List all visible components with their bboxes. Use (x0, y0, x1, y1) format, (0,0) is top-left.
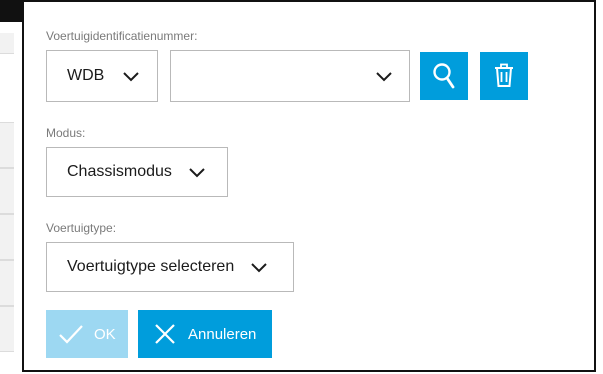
vin-prefix-value: WDB (67, 67, 105, 84)
mode-select[interactable]: Chassismodus (46, 147, 228, 197)
vehicle-type-label: Voertuigtype: (46, 221, 117, 235)
background-row (0, 122, 14, 168)
background-row (0, 168, 14, 214)
check-icon (59, 325, 83, 344)
cancel-button[interactable]: Annuleren (138, 310, 272, 358)
vin-prefix-select[interactable]: WDB (46, 50, 158, 102)
background-row (0, 33, 14, 54)
close-icon (155, 324, 175, 344)
delete-button[interactable] (480, 52, 528, 100)
cancel-button-label: Annuleren (188, 325, 257, 343)
chevron-down-icon (189, 168, 205, 178)
mode-label: Modus: (46, 126, 86, 140)
trash-icon (495, 63, 513, 87)
chevron-down-icon (123, 72, 140, 82)
chevron-down-icon (376, 72, 392, 82)
search-icon (433, 63, 455, 89)
ok-button-label: OK (94, 325, 116, 343)
background-row (0, 306, 14, 352)
background-row (0, 214, 14, 260)
background-row (0, 260, 14, 306)
vin-label: Voertuigidentificatienummer: (46, 29, 198, 43)
chevron-down-icon (251, 263, 267, 273)
vin-number-select[interactable] (170, 50, 410, 102)
mode-value: Chassismodus (67, 163, 172, 180)
search-button[interactable] (420, 52, 468, 100)
vehicle-selection-dialog: Voertuigidentificatienummer: WDB Modus: … (22, 0, 596, 372)
vehicle-type-select[interactable]: Voertuigtype selecteren (46, 242, 294, 292)
ok-button[interactable]: OK (46, 310, 128, 358)
vehicle-type-value: Voertuigtype selecteren (67, 258, 235, 275)
